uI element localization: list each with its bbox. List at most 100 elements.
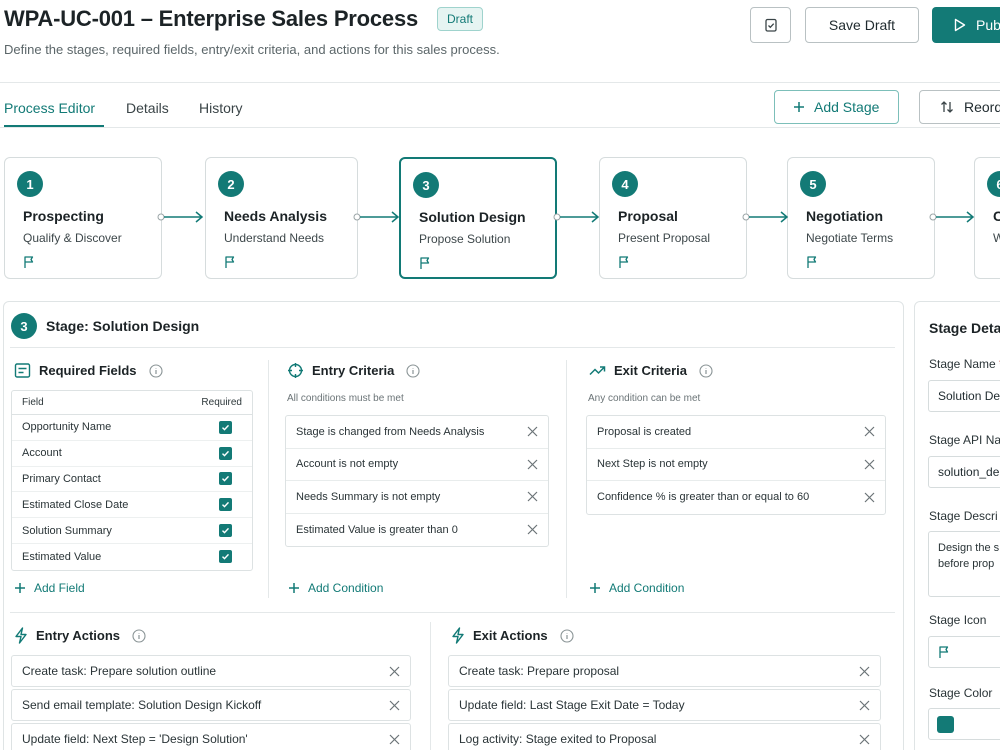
stage-card-solution-design[interactable]: 3 Solution Design Propose Solution bbox=[399, 157, 557, 279]
field-name: Estimated Close Date bbox=[22, 498, 129, 511]
close-icon[interactable] bbox=[527, 491, 538, 502]
stage-number: 1 bbox=[17, 171, 43, 197]
list-item: Estimated Value is greater than 0 bbox=[286, 514, 548, 547]
add-condition-label: Add Condition bbox=[308, 581, 384, 595]
close-icon[interactable] bbox=[527, 459, 538, 470]
stage-panel-title: Stage: Solution Design bbox=[46, 318, 200, 334]
validate-button[interactable] bbox=[750, 7, 791, 43]
panel-divider bbox=[10, 347, 895, 348]
stage-number-badge: 3 bbox=[11, 313, 37, 339]
stage-description-textarea[interactable]: Design the s before prop bbox=[928, 531, 1000, 597]
stage-card-negotiation[interactable]: 5 Negotiation Negotiate Terms bbox=[787, 157, 935, 279]
stage-subtitle: Present Proposal bbox=[618, 231, 711, 245]
crosshair-icon bbox=[288, 363, 303, 378]
condition-text: Confidence % is greater than or equal to… bbox=[597, 491, 810, 504]
tab-history[interactable]: History bbox=[199, 100, 243, 116]
close-icon[interactable] bbox=[864, 426, 875, 437]
add-field-button[interactable]: Add Field bbox=[14, 581, 85, 595]
close-icon[interactable] bbox=[864, 459, 875, 470]
close-icon[interactable] bbox=[859, 666, 870, 677]
stage-api-name-input[interactable]: solution_de bbox=[928, 456, 1000, 488]
required-checkbox[interactable] bbox=[219, 498, 232, 512]
check-icon bbox=[222, 450, 230, 457]
action-text: Log activity: Stage exited to Proposal bbox=[459, 732, 657, 746]
condition-text: Stage is changed from Needs Analysis bbox=[296, 425, 485, 438]
entry-criteria-note: All conditions must be met bbox=[287, 393, 404, 404]
save-draft-button[interactable]: Save Draft bbox=[805, 7, 919, 43]
check-icon bbox=[222, 502, 230, 508]
table-row: Primary Contact bbox=[12, 467, 252, 493]
stage-connector-arrow bbox=[157, 211, 204, 223]
required-checkbox[interactable] bbox=[219, 550, 232, 564]
header-divider bbox=[0, 82, 1000, 83]
close-icon[interactable] bbox=[859, 700, 870, 711]
lightning-icon bbox=[452, 627, 464, 644]
add-exit-condition-button[interactable]: Add Condition bbox=[589, 581, 684, 595]
stage-name: Proposal bbox=[618, 208, 678, 224]
reorder-label: Reord bbox=[964, 99, 1000, 115]
check-icon bbox=[222, 476, 230, 483]
table-header: Field Required bbox=[12, 391, 252, 415]
check-icon bbox=[222, 424, 230, 431]
stage-icon-select[interactable] bbox=[928, 636, 1000, 668]
stage-name: Prospecting bbox=[23, 208, 104, 224]
stage-connector-arrow bbox=[929, 211, 975, 223]
required-fields-table: Field Required Opportunity Name Account … bbox=[11, 390, 253, 571]
info-icon[interactable] bbox=[699, 363, 713, 378]
info-icon[interactable] bbox=[148, 363, 163, 378]
table-row: Opportunity Name bbox=[12, 415, 252, 441]
list-item: Update field: Next Step = 'Design Soluti… bbox=[11, 723, 411, 750]
tab-process-editor[interactable]: Process Editor bbox=[4, 100, 95, 116]
reorder-button[interactable]: Reord bbox=[919, 90, 1000, 124]
form-fields-icon bbox=[14, 363, 31, 378]
tab-details[interactable]: Details bbox=[126, 100, 169, 116]
close-icon[interactable] bbox=[864, 492, 875, 503]
table-row: Account bbox=[12, 441, 252, 467]
add-stage-label: Add Stage bbox=[814, 99, 880, 115]
stage-card-6[interactable]: 6 C W bbox=[974, 157, 1000, 279]
action-text: Create task: Prepare proposal bbox=[459, 664, 620, 678]
condition-text: Account is not empty bbox=[296, 458, 399, 471]
stage-subtitle: Qualify & Discover bbox=[23, 231, 122, 245]
action-text: Send email template: Solution Design Kic… bbox=[22, 698, 262, 712]
close-icon[interactable] bbox=[859, 734, 870, 745]
stage-name-input[interactable]: Solution De bbox=[928, 380, 1000, 412]
required-checkbox[interactable] bbox=[219, 420, 232, 434]
flag-icon bbox=[420, 257, 430, 269]
required-fields-header: Required Fields bbox=[14, 362, 163, 379]
table-row: Estimated Close Date bbox=[12, 492, 252, 519]
list-item: Needs Summary is not empty bbox=[286, 481, 548, 514]
close-icon[interactable] bbox=[389, 666, 400, 677]
info-icon[interactable] bbox=[406, 363, 420, 378]
stage-card-prospecting[interactable]: 1 Prospecting Qualify & Discover bbox=[4, 157, 162, 279]
close-icon[interactable] bbox=[527, 426, 538, 437]
add-entry-condition-button[interactable]: Add Condition bbox=[288, 581, 383, 595]
stage-description-label: Stage Descri bbox=[929, 509, 998, 523]
action-text: Update field: Last Stage Exit Date = Tod… bbox=[459, 698, 685, 712]
field-name: Opportunity Name bbox=[22, 421, 112, 434]
add-stage-button[interactable]: Add Stage bbox=[774, 90, 899, 124]
column-header-field: Field bbox=[22, 397, 44, 408]
stage-color-picker[interactable] bbox=[928, 708, 1000, 740]
stage-card-needs-analysis[interactable]: 2 Needs Analysis Understand Needs bbox=[205, 157, 358, 279]
plus-icon bbox=[15, 583, 25, 593]
required-checkbox[interactable] bbox=[219, 446, 232, 460]
required-checkbox[interactable] bbox=[219, 472, 232, 486]
table-row: Solution Summary bbox=[12, 518, 252, 544]
close-icon[interactable] bbox=[389, 734, 400, 745]
info-icon[interactable] bbox=[560, 628, 574, 643]
entry-criteria-title: Entry Criteria bbox=[312, 363, 395, 378]
close-icon[interactable] bbox=[527, 524, 538, 535]
action-text: Update field: Next Step = 'Design Soluti… bbox=[22, 732, 248, 746]
stage-card-proposal[interactable]: 4 Proposal Present Proposal bbox=[599, 157, 747, 279]
close-icon[interactable] bbox=[389, 700, 400, 711]
info-icon[interactable] bbox=[132, 628, 146, 643]
check-icon bbox=[222, 527, 230, 534]
publish-button[interactable]: Pub bbox=[932, 7, 1000, 43]
stage-number: 4 bbox=[612, 171, 638, 197]
required-checkbox[interactable] bbox=[219, 524, 232, 538]
play-icon bbox=[954, 18, 966, 32]
description-line: Design the s bbox=[938, 542, 1000, 554]
lightning-icon bbox=[15, 627, 27, 644]
stage-number: 5 bbox=[800, 171, 826, 197]
